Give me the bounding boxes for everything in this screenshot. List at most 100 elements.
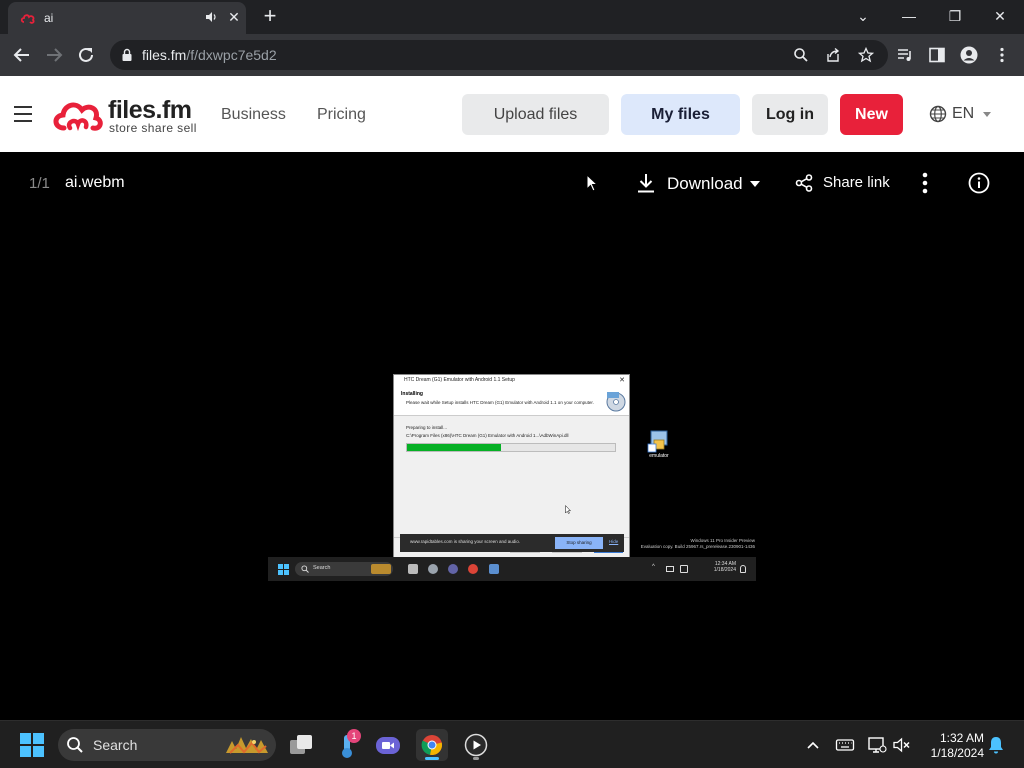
share-page-icon[interactable]: [825, 47, 841, 63]
setup-window-title: HTC Dream (G1) Emulator with Android 1.1…: [394, 375, 629, 386]
search-highlight-art-icon: [226, 737, 268, 754]
download-button[interactable]: Download: [667, 174, 743, 194]
more-options-icon[interactable]: [920, 172, 930, 194]
recorded-search-box: Search: [295, 562, 393, 576]
file-counter: 1/1: [29, 175, 50, 192]
file-viewer: 1/1 ai.webm Download Share link HTC Drea…: [0, 152, 1024, 720]
active-app-indicator: [425, 757, 439, 760]
url-text: files.fm/f/dxwpc7e5d2: [142, 47, 277, 63]
my-files-button[interactable]: My files: [621, 94, 740, 135]
setup-progress-bar: [406, 443, 616, 452]
system-clock[interactable]: 1:32 AM 1/18/2024: [918, 731, 984, 761]
forward-icon[interactable]: [43, 44, 65, 66]
search-icon: [67, 737, 83, 753]
sharing-message: www.rapidtables.com is sharing your scre…: [410, 539, 521, 544]
media-controls-icon[interactable]: [896, 46, 914, 64]
setup-close-icon: ✕: [619, 377, 625, 384]
recorded-start-icon: [278, 564, 289, 575]
browser-tab[interactable]: ai ✕: [8, 2, 246, 34]
recorded-installer-icon: [489, 564, 499, 574]
recorded-volume-icon: [680, 565, 688, 573]
setup-window: HTC Dream (G1) Emulator with Android 1.1…: [393, 374, 630, 558]
nav-business-link[interactable]: Business: [221, 106, 286, 124]
lock-icon[interactable]: [121, 48, 133, 62]
setup-progress-fill: [407, 444, 501, 451]
zoom-search-icon[interactable]: [793, 47, 809, 63]
side-panel-icon[interactable]: [928, 46, 946, 64]
info-icon[interactable]: [968, 172, 990, 194]
files-fm-favicon-icon: [20, 14, 35, 24]
log-in-button[interactable]: Log in: [752, 94, 828, 135]
back-icon[interactable]: [11, 44, 33, 66]
stop-sharing-button: Stop sharing: [555, 537, 603, 549]
emulator-desktop-label: emulator: [649, 453, 669, 459]
file-name: ai.webm: [65, 174, 125, 191]
emulator-desktop-icon: [647, 430, 668, 453]
recorded-search-art: [371, 564, 391, 574]
video-player[interactable]: HTC Dream (G1) Emulator with Android 1.1…: [268, 372, 756, 650]
speaker-icon[interactable]: [204, 10, 218, 24]
weather-widget-button[interactable]: 1: [331, 729, 363, 761]
chrome-app-button[interactable]: [416, 729, 448, 761]
new-button[interactable]: New: [840, 94, 903, 135]
recorded-network-icon: [666, 566, 674, 572]
globe-icon: [929, 105, 947, 123]
show-hidden-icons-chevron-icon[interactable]: [803, 735, 823, 755]
tab-search-chevron-icon[interactable]: ⌄: [851, 5, 875, 27]
nav-pricing-link[interactable]: Pricing: [317, 106, 366, 124]
reload-icon[interactable]: [75, 44, 97, 66]
language-selector[interactable]: EN: [929, 104, 999, 124]
network-display-icon[interactable]: [867, 735, 887, 755]
minimize-icon[interactable]: —: [897, 5, 921, 27]
recorded-teams-icon: [448, 564, 458, 574]
share-link-button[interactable]: Share link: [823, 174, 890, 191]
browser-toolbar: files.fm/f/dxwpc7e5d2: [0, 34, 1024, 76]
language-label: EN: [952, 105, 975, 122]
browser-menu-icon[interactable]: [993, 46, 1011, 64]
notification-badge: 1: [347, 729, 361, 743]
setup-file-path: C:\Program Files (x86)\HTC Dream (G1) Em…: [406, 433, 569, 438]
address-bar[interactable]: files.fm/f/dxwpc7e5d2: [110, 40, 888, 70]
new-tab-icon[interactable]: +: [259, 5, 281, 28]
site-header: files.fm store share sell Business Prici…: [0, 76, 1024, 152]
hamburger-menu-icon[interactable]: [14, 106, 32, 122]
clock-date: 1/18/2024: [930, 746, 984, 760]
screen-sharing-bar: www.rapidtables.com is sharing your scre…: [400, 534, 624, 552]
setup-heading: Installing: [401, 391, 423, 397]
hide-link: Hide: [609, 539, 619, 544]
video-call-icon: [376, 737, 400, 754]
tab-title: ai: [44, 11, 54, 25]
files-fm-logo-icon[interactable]: [52, 98, 104, 134]
upload-files-button[interactable]: Upload files: [462, 94, 609, 135]
taskbar-search-box[interactable]: Search: [58, 729, 276, 761]
recorded-bell-icon: [740, 565, 746, 573]
keyboard-icon[interactable]: [835, 735, 855, 755]
taskbar-search-text: Search: [93, 737, 138, 753]
media-player-button[interactable]: [460, 729, 492, 761]
task-view-icon: [290, 735, 312, 754]
browser-tab-bar: ai ✕ + ⌄ — ❐ ✕: [0, 0, 1024, 34]
notification-bell-icon[interactable]: [987, 735, 1005, 755]
window-close-icon[interactable]: ✕: [988, 5, 1012, 27]
running-app-indicator: [473, 757, 479, 760]
meet-app-button[interactable]: [372, 729, 404, 761]
download-chevron-icon[interactable]: [750, 181, 760, 187]
mouse-cursor-icon: [586, 174, 598, 192]
volume-muted-icon[interactable]: [892, 735, 912, 755]
recorded-clock: 12:34 AM 1/18/2024: [713, 561, 736, 573]
setup-header: Installing Please wait while Setup insta…: [394, 386, 629, 416]
bookmark-star-icon[interactable]: [858, 47, 874, 63]
task-view-button[interactable]: [285, 729, 317, 761]
recorded-search-icon: [301, 565, 309, 573]
restore-icon[interactable]: ❐: [943, 5, 967, 27]
tab-close-icon[interactable]: ✕: [227, 10, 241, 24]
clock-time: 1:32 AM: [939, 731, 984, 745]
profile-icon[interactable]: [960, 46, 978, 64]
download-icon[interactable]: [636, 172, 656, 194]
setup-status: Preparing to install...: [406, 425, 448, 430]
recorded-search-text: Search: [313, 565, 331, 571]
windows-start-icon[interactable]: [20, 733, 44, 757]
media-player-icon: [464, 733, 488, 757]
recorded-chrome-icon: [468, 564, 478, 574]
share-icon[interactable]: [795, 174, 813, 192]
